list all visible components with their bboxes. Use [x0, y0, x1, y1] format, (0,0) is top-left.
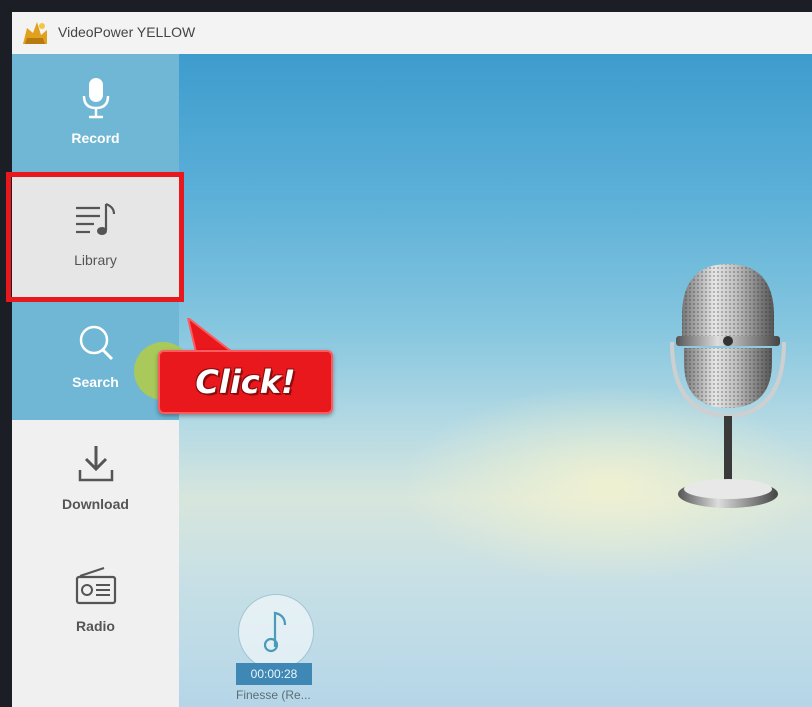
callout-text: Click!: [195, 363, 296, 401]
radio-icon: [75, 567, 117, 605]
player-track-name: Finesse (Re...: [236, 688, 311, 702]
player-disc[interactable]: [238, 594, 314, 670]
download-icon: [78, 446, 114, 482]
music-note-icon: [263, 611, 287, 653]
app-title: VideoPower YELLOW: [58, 24, 196, 40]
player-time: 00:00:28: [236, 663, 312, 685]
click-callout: Click!: [158, 350, 333, 414]
sidebar-item-record[interactable]: Record: [12, 54, 179, 176]
mini-player[interactable]: 00:00:28 Finesse (Re...: [232, 594, 328, 704]
search-icon: [79, 325, 114, 361]
app-logo-icon: [23, 22, 47, 44]
highlight-box: [6, 172, 184, 302]
sidebar-item-download[interactable]: Download: [12, 420, 179, 542]
studio-microphone-icon: [670, 264, 786, 508]
sidebar-item-label: Download: [62, 496, 129, 512]
sidebar-item-label: Radio: [76, 618, 115, 634]
microphone-icon: [82, 78, 110, 119]
sidebar-item-radio[interactable]: Radio: [12, 542, 179, 664]
title-bar: VideoPower YELLOW: [12, 12, 812, 55]
callout-tail: [186, 318, 234, 353]
sidebar-item-label: Record: [71, 130, 120, 146]
app-window: VideoPower YELLOW Record Library Search …: [12, 12, 812, 707]
